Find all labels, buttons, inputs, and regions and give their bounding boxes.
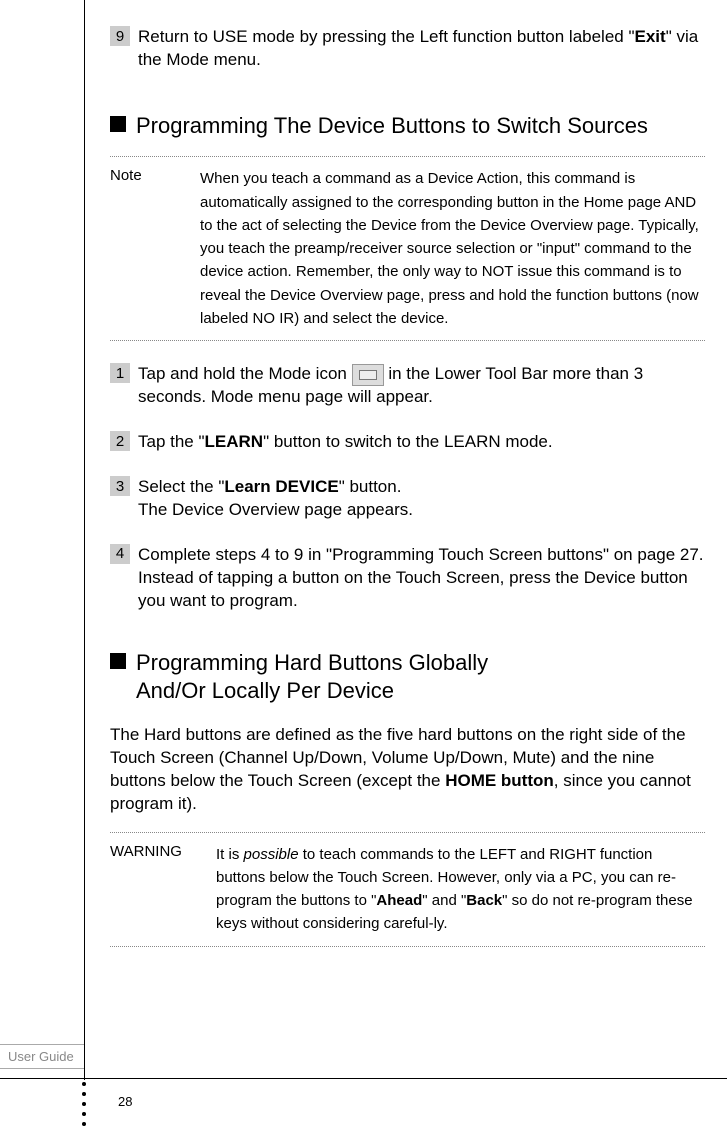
paragraph: The Hard buttons are defined as the five…: [110, 724, 705, 816]
warning-text: It is possible to teach commands to the …: [216, 843, 705, 936]
mode-icon: [352, 364, 384, 386]
warning-label: WARNING: [110, 843, 216, 936]
heading-text: Programming Hard Buttons Globally And/Or…: [136, 649, 488, 706]
step-2: 2 Tap the "LEARN" button to switch to th…: [110, 431, 705, 454]
step-number: 4: [110, 544, 130, 564]
bullet-square-icon: [110, 653, 126, 669]
vertical-divider: [84, 0, 85, 1080]
bullet-square-icon: [110, 116, 126, 132]
step-number: 1: [110, 363, 130, 383]
step-text: Tap and hold the Mode icon in the Lower …: [138, 363, 705, 409]
dot-icon: [82, 1122, 86, 1126]
step-text: Complete steps 4 to 9 in "Programming To…: [138, 544, 705, 613]
page-number: 28: [118, 1094, 132, 1109]
heading-text: Programming The Device Buttons to Switch…: [136, 112, 648, 141]
note-box: Note When you teach a command as a Devic…: [110, 156, 705, 341]
step-text: Return to USE mode by pressing the Left …: [138, 26, 705, 72]
step-number: 9: [110, 26, 130, 46]
section-heading-2: Programming Hard Buttons Globally And/Or…: [110, 649, 705, 706]
step-3: 3 Select the "Learn DEVICE" button. The …: [110, 476, 705, 522]
step-1: 1 Tap and hold the Mode icon in the Lowe…: [110, 363, 705, 409]
warning-box: WARNING It is possible to teach commands…: [110, 832, 705, 947]
note-text: When you teach a command as a Device Act…: [200, 167, 705, 330]
step-text: Tap the "LEARN" button to switch to the …: [138, 431, 705, 454]
dot-icon: [82, 1092, 86, 1096]
section-heading-1: Programming The Device Buttons to Switch…: [110, 112, 705, 141]
footer-divider: [0, 1078, 727, 1079]
page-content: 9 Return to USE mode by pressing the Lef…: [110, 26, 705, 969]
dot-icon: [82, 1102, 86, 1106]
step-9: 9 Return to USE mode by pressing the Lef…: [110, 26, 705, 72]
dots-decoration: [82, 1082, 86, 1126]
user-guide-label: User Guide: [0, 1044, 84, 1069]
step-number: 3: [110, 476, 130, 496]
dot-icon: [82, 1082, 86, 1086]
step-text: Select the "Learn DEVICE" button. The De…: [138, 476, 705, 522]
step-number: 2: [110, 431, 130, 451]
note-label: Note: [110, 167, 200, 330]
dot-icon: [82, 1112, 86, 1116]
step-4: 4 Complete steps 4 to 9 in "Programming …: [110, 544, 705, 613]
